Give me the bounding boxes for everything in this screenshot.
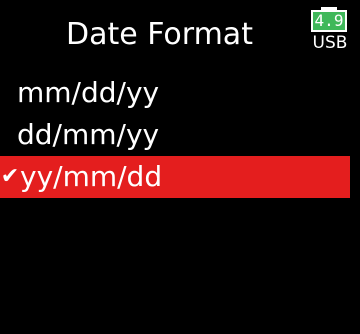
power-source-label: USB [312, 33, 348, 53]
checkmark-icon: ✔ [0, 164, 20, 189]
option-dd-mm-yy[interactable]: dd/mm/yy [0, 114, 352, 156]
option-yy-mm-dd[interactable]: ✔yy/mm/dd [0, 156, 350, 198]
option-label: mm/dd/yy [17, 76, 160, 109]
page-title: Date Format [66, 17, 253, 52]
device-screen: Date Format 4.9 USB mm/dd/yy dd/mm/yy ✔y… [0, 0, 360, 334]
option-mm-dd-yy[interactable]: mm/dd/yy [0, 72, 352, 114]
option-label: yy/mm/dd [20, 160, 163, 193]
header-bar: Date Format 4.9 USB [0, 0, 360, 72]
option-label: dd/mm/yy [17, 118, 160, 151]
battery-level: 4.9 [311, 10, 347, 32]
battery-indicator: 4.9 USB [307, 7, 353, 55]
